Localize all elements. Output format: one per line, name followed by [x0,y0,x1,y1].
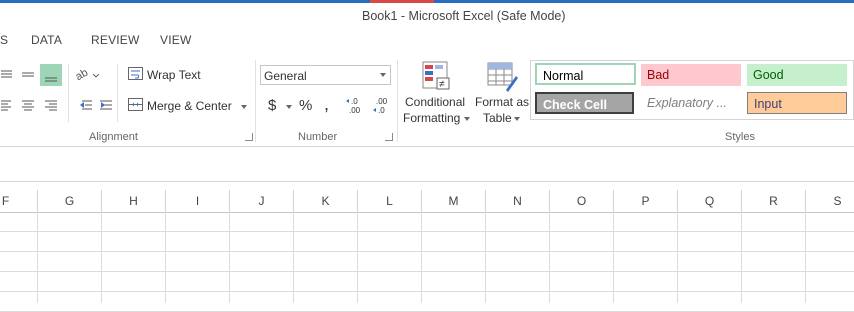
column-header-p[interactable]: P [614,190,678,212]
percent-button[interactable]: % [299,97,312,114]
style-check-cell[interactable]: Check Cell [535,92,634,114]
group-separator [255,60,256,142]
column-header-j[interactable]: J [230,190,294,212]
style-bad-label: Bad [647,68,670,82]
number-format-value: General [264,69,307,83]
comma-style-button[interactable]: , [324,94,329,115]
grid-column-line [805,212,806,303]
title-close-strip[interactable] [370,0,434,3]
number-format-dropdown-icon [380,73,386,77]
grid-row-line [0,251,854,252]
middle-align-icon[interactable] [22,72,34,77]
grid-column-line [229,212,230,303]
column-header-n[interactable]: N [486,190,550,212]
style-good[interactable]: Good [747,64,847,86]
grid-column-line [101,212,102,303]
style-explanatory[interactable]: Explanatory ... [641,92,741,114]
group-separator-2 [397,60,398,142]
conditional-formatting-label-1[interactable]: Conditional [405,95,465,109]
alignment-group-label: Alignment [89,131,138,143]
alignment-launcher-icon[interactable] [245,133,253,141]
tab-view[interactable]: VIEW [160,33,191,47]
conditional-formatting-label-2[interactable]: Formatting [403,111,460,125]
column-header-k[interactable]: K [294,190,358,212]
grid-column-line [165,212,166,303]
align-right-icon[interactable] [45,100,57,111]
window-title: Book1 - Microsoft Excel (Safe Mode) [362,9,566,23]
alignment-divider-2 [117,64,118,122]
merge-center-dropdown-icon[interactable] [241,105,247,109]
style-check-cell-label: Check Cell [543,98,607,112]
increase-decimal-icon[interactable]: .0 .00 [345,96,367,116]
grid-column-line [677,212,678,303]
alignment-buttons: ab [1,64,112,111]
column-header-i[interactable]: I [166,190,230,212]
grid-column-line [421,212,422,303]
decrease-decimal-icon[interactable]: .00 .0 [372,96,394,116]
tab-home-partial[interactable]: S [0,33,8,47]
svg-text:.00: .00 [376,97,388,106]
align-center-icon[interactable] [22,100,34,111]
wrap-text-icon [128,67,143,80]
grid-row-line [0,271,854,272]
column-header-q[interactable]: Q [678,190,742,212]
column-header-m[interactable]: M [422,190,486,212]
number-format-select[interactable]: General [260,65,391,85]
grid-column-line [293,212,294,303]
grid-column-line [37,212,38,303]
alignment-divider [68,64,69,122]
svg-text:.0: .0 [351,97,358,106]
merge-center-icon [128,98,143,111]
style-good-label: Good [753,68,784,82]
decrease-indent-icon[interactable] [80,100,92,110]
style-explanatory-label: Explanatory ... [647,96,727,110]
column-header-r[interactable]: R [742,190,806,212]
currency-button[interactable]: $ [268,97,276,114]
svg-text:.00: .00 [349,106,361,115]
wrap-text-button[interactable]: Wrap Text [147,68,201,82]
orientation-icon[interactable]: ab [74,67,100,84]
align-left-icon[interactable] [1,100,11,111]
column-header-f[interactable]: F [0,190,38,212]
format-as-table-label-1[interactable]: Format as [475,95,529,109]
merge-center-button[interactable]: Merge & Center [147,99,232,113]
currency-dropdown-icon[interactable] [286,105,292,109]
svg-text:ab: ab [74,67,91,84]
style-input[interactable]: Input [747,92,847,114]
conditional-formatting-dropdown-icon[interactable] [464,117,470,121]
top-align-icon[interactable] [1,70,12,78]
grid-column-line [357,212,358,303]
grid-row-line [0,291,854,292]
grid-column-line [741,212,742,303]
grid-column-line [549,212,550,303]
svg-text:≠: ≠ [439,79,445,90]
formula-bar[interactable] [0,147,854,182]
style-bad[interactable]: Bad [641,64,741,86]
column-header-h[interactable]: H [102,190,166,212]
styles-group-label: Styles [725,131,755,143]
format-as-table-label-2[interactable]: Table [483,111,512,125]
number-group-label: Number [298,131,338,143]
column-header-o[interactable]: O [550,190,614,212]
grid-column-line [613,212,614,303]
format-as-table-icon [487,62,518,92]
bottom-align-selected[interactable] [40,64,62,86]
grid-row-line [0,231,854,232]
increase-indent-icon[interactable] [100,100,112,110]
column-header-l[interactable]: L [358,190,422,212]
grid-column-line [485,212,486,303]
svg-text:.0: .0 [378,106,385,115]
tab-review[interactable]: REVIEW [91,33,140,47]
column-header-g[interactable]: G [38,190,102,212]
style-input-label: Input [754,97,782,111]
tab-data[interactable]: DATA [31,33,62,47]
conditional-formatting-icon: ≠ [422,61,450,90]
style-normal[interactable]: Normal [535,63,636,85]
style-normal-label: Normal [543,69,584,83]
column-header-s[interactable]: S [806,190,854,212]
format-as-table-dropdown-icon[interactable] [514,117,520,121]
number-launcher-icon[interactable] [385,133,393,141]
